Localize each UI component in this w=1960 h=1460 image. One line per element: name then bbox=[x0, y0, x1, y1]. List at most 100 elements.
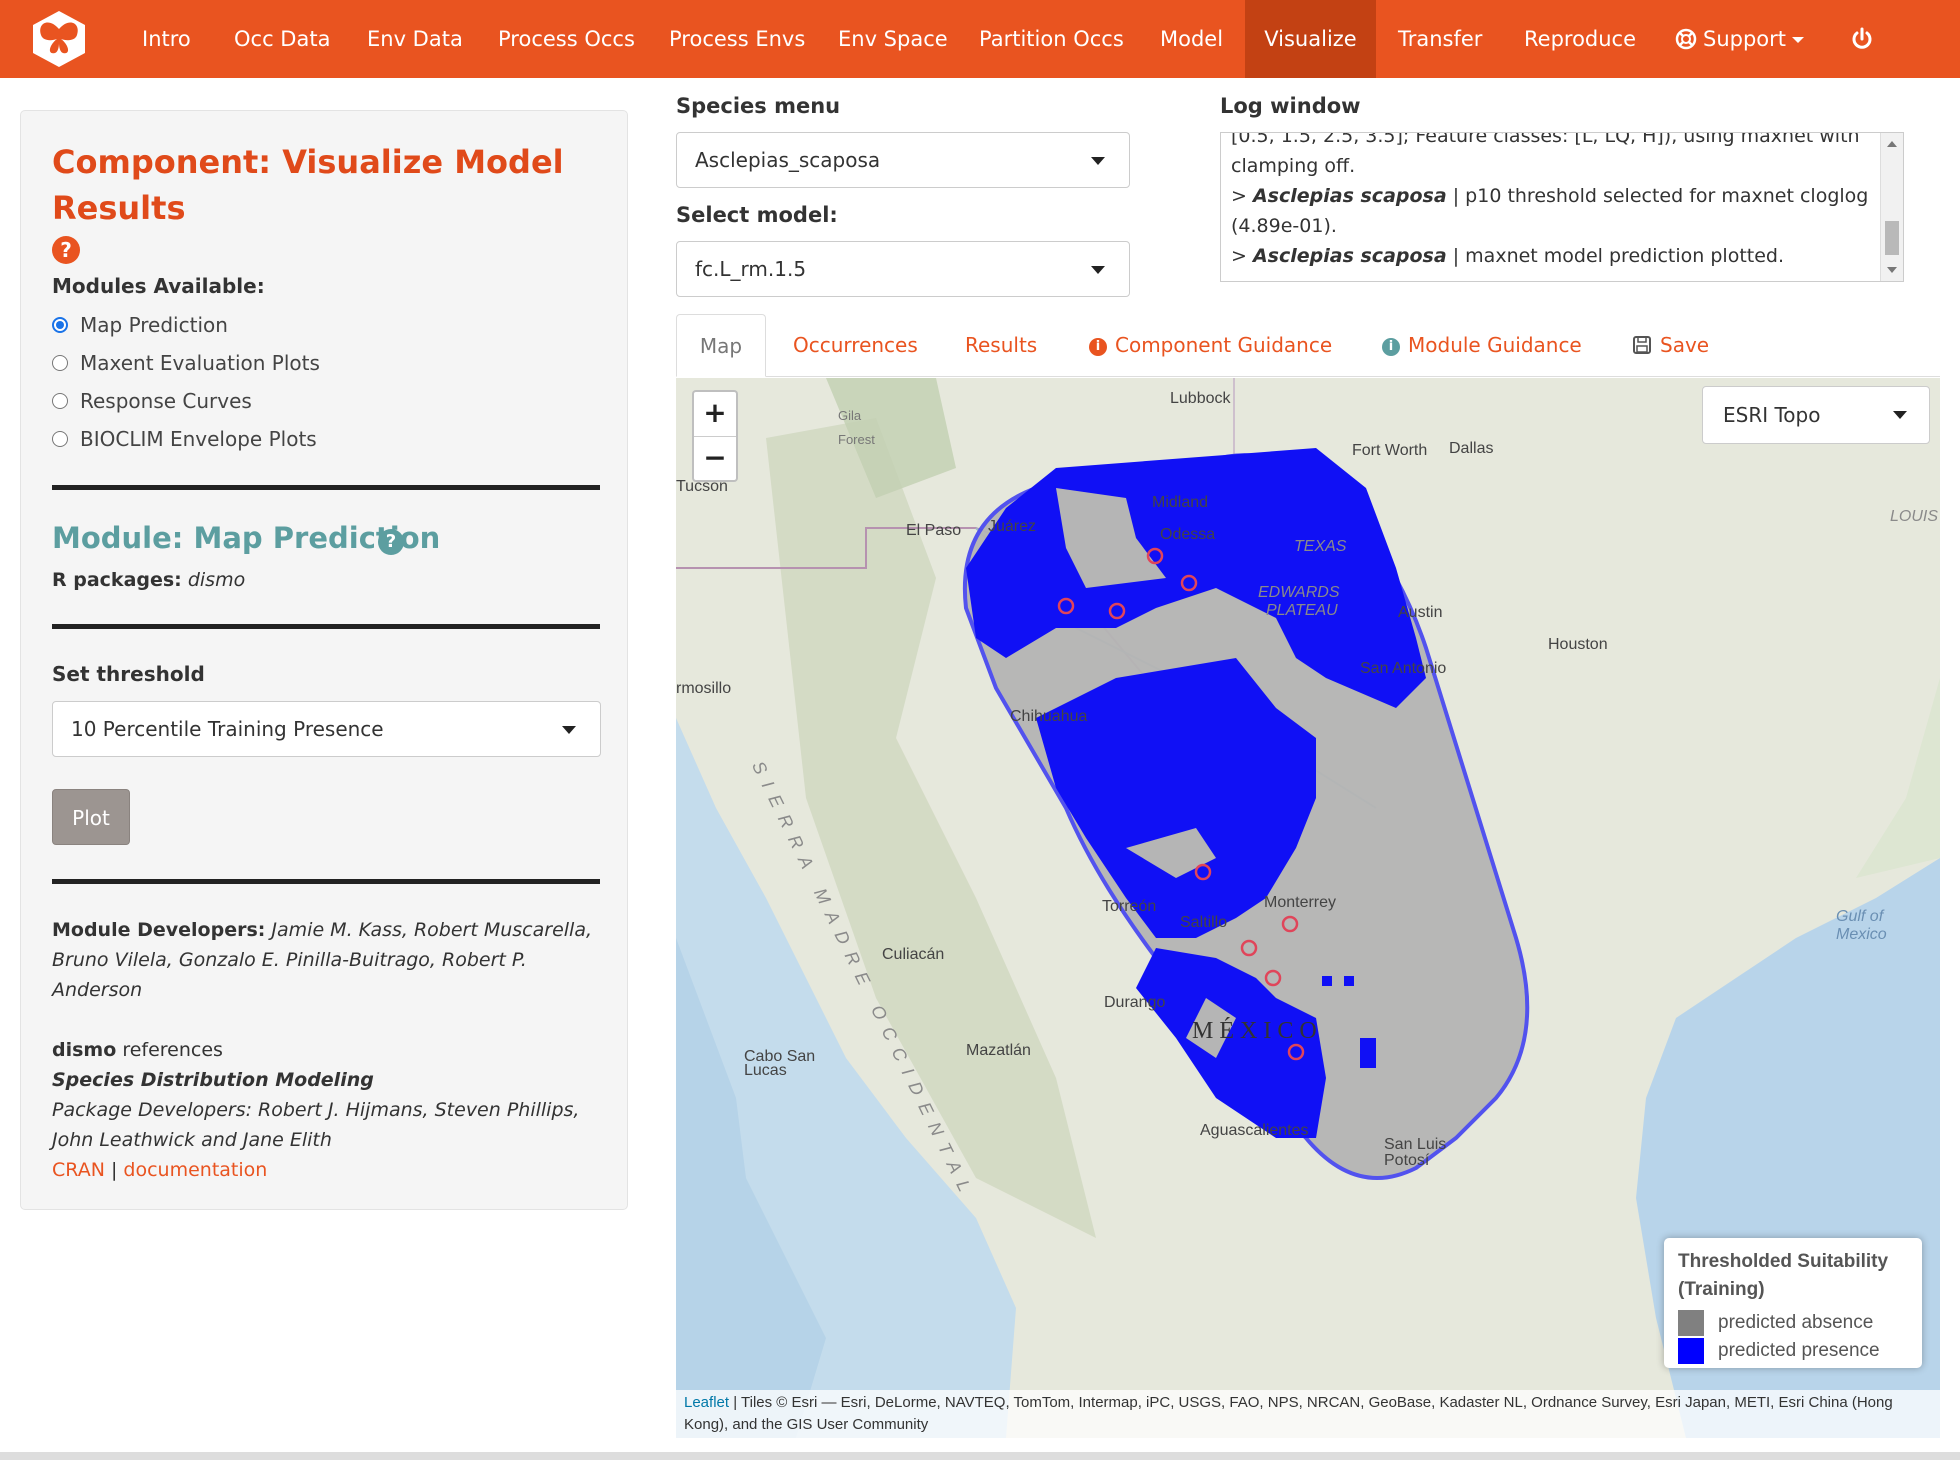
map-legend: Thresholded Suitability (Training) predi… bbox=[1664, 1238, 1922, 1368]
lifebuoy-icon bbox=[1675, 28, 1697, 50]
place-label: LOUIS bbox=[1890, 508, 1939, 525]
place-label: Juárez bbox=[988, 518, 1037, 535]
species-value: Asclepias_scaposa bbox=[695, 148, 881, 172]
modules-label: Modules Available: bbox=[52, 274, 265, 298]
species-menu-label: Species menu bbox=[676, 94, 841, 118]
help-icon[interactable]: ? bbox=[52, 236, 80, 264]
place-label: Midland bbox=[1152, 494, 1209, 511]
map-attribution: Leaflet | Tiles © Esri — Esri, DeLorme, … bbox=[676, 1390, 1940, 1438]
zoom-control: + − bbox=[692, 390, 738, 482]
nav-reproduce[interactable]: Reproduce bbox=[1524, 0, 1636, 78]
nav-intro[interactable]: Intro bbox=[142, 0, 191, 78]
select-model-label: Select model: bbox=[676, 203, 838, 227]
radio-maxent-evaluation[interactable]: Maxent Evaluation Plots bbox=[52, 348, 320, 378]
place-label: El Paso bbox=[906, 522, 962, 539]
radio-button[interactable] bbox=[52, 393, 68, 409]
divider bbox=[52, 624, 600, 629]
log-window-label: Log window bbox=[1220, 94, 1361, 118]
place-label: Aguascalientes bbox=[1200, 1122, 1309, 1139]
nav-process-occs[interactable]: Process Occs bbox=[498, 0, 635, 78]
legend-item-absence: predicted absence bbox=[1678, 1310, 1873, 1336]
ref-title: Species Distribution Modeling bbox=[52, 1069, 374, 1091]
legend-swatch bbox=[1678, 1310, 1704, 1336]
threshold-select[interactable]: 10 Percentile Training Presence bbox=[52, 701, 601, 757]
place-label: Potosí bbox=[1384, 1152, 1430, 1169]
scroll-down-icon[interactable] bbox=[1887, 267, 1897, 273]
legend-item-presence: predicted presence bbox=[1678, 1338, 1880, 1364]
nav-transfer[interactable]: Transfer bbox=[1398, 0, 1482, 78]
place-label: Lucas bbox=[744, 1062, 787, 1079]
radio-label: Response Curves bbox=[80, 389, 252, 413]
ref-package: dismo bbox=[52, 1039, 117, 1061]
scroll-thumb[interactable] bbox=[1885, 221, 1899, 255]
radio-bioclim-envelope[interactable]: BIOCLIM Envelope Plots bbox=[52, 424, 317, 454]
radio-button[interactable] bbox=[52, 431, 68, 447]
threshold-value: 10 Percentile Training Presence bbox=[71, 717, 384, 741]
power-icon[interactable] bbox=[1850, 27, 1874, 51]
place-label: Mazatlán bbox=[966, 1042, 1031, 1059]
r-packages-line: R packages: dismo bbox=[52, 565, 592, 595]
log-line: > Asclepias scaposa | maxnet model predi… bbox=[1231, 245, 1785, 267]
scroll-up-icon[interactable] bbox=[1887, 141, 1897, 147]
radio-label: Maxent Evaluation Plots bbox=[80, 351, 320, 375]
plot-button[interactable]: Plot bbox=[52, 789, 130, 845]
place-label: Houston bbox=[1548, 636, 1608, 653]
nav-env-data[interactable]: Env Data bbox=[367, 0, 463, 78]
radio-label: Map Prediction bbox=[80, 313, 228, 337]
divider bbox=[52, 879, 600, 884]
log-line: clamping off. bbox=[1231, 155, 1356, 177]
nav-partition-occs[interactable]: Partition Occs bbox=[979, 0, 1124, 78]
place-label: Culiacán bbox=[882, 946, 945, 963]
zoom-out-button[interactable]: − bbox=[694, 437, 736, 481]
radio-map-prediction[interactable]: Map Prediction bbox=[52, 310, 228, 340]
basemap-select[interactable]: ESRI Topo bbox=[1702, 386, 1930, 444]
radio-response-curves[interactable]: Response Curves bbox=[52, 386, 252, 416]
nav-support-dropdown[interactable]: Support bbox=[1675, 0, 1805, 78]
legend-title: Thresholded Suitability (Training) bbox=[1678, 1251, 1889, 1300]
info-icon: i bbox=[1089, 338, 1107, 356]
component-title: Component: Visualize Model Results bbox=[52, 143, 564, 227]
butterfly-logo-icon[interactable] bbox=[29, 9, 89, 69]
documentation-link[interactable]: documentation bbox=[123, 1159, 267, 1181]
nav-process-envs[interactable]: Process Envs bbox=[669, 0, 805, 78]
tab-occurrences[interactable]: Occurrences bbox=[793, 314, 918, 376]
leaflet-link[interactable]: Leaflet bbox=[684, 1394, 729, 1411]
log-scrollbar[interactable] bbox=[1880, 133, 1903, 281]
place-label: Dallas bbox=[1449, 440, 1494, 457]
tab-save[interactable]: Save bbox=[1632, 314, 1709, 376]
tab-module-guidance[interactable]: i Module Guidance bbox=[1382, 314, 1582, 376]
divider bbox=[52, 485, 600, 490]
module-help-icon[interactable]: ? bbox=[378, 529, 404, 555]
legend-swatch bbox=[1678, 1338, 1704, 1364]
save-icon bbox=[1633, 336, 1651, 354]
info-icon: i bbox=[1382, 338, 1400, 356]
log-line: (4.89e-01). bbox=[1231, 215, 1337, 237]
radio-label: BIOCLIM Envelope Plots bbox=[80, 427, 317, 451]
place-label: Saltillo bbox=[1180, 914, 1228, 931]
place-label: EDWARDS bbox=[1258, 584, 1340, 601]
tab-map[interactable]: Map bbox=[676, 314, 766, 377]
tab-component-guidance[interactable]: i Component Guidance bbox=[1089, 314, 1332, 376]
nav-model[interactable]: Model bbox=[1160, 0, 1223, 78]
attribution-text: | Tiles © Esri — Esri, DeLorme, NAVTEQ, … bbox=[684, 1394, 1893, 1433]
place-label: Monterrey bbox=[1264, 894, 1337, 911]
cran-link[interactable]: CRAN bbox=[52, 1159, 105, 1181]
species-select[interactable]: Asclepias_scaposa bbox=[676, 132, 1130, 188]
place-label: rmosillo bbox=[676, 680, 732, 697]
log-window[interactable]: [0.5, 1.5, 2.5, 3.5]; Feature classes: [… bbox=[1220, 132, 1904, 282]
zoom-in-button[interactable]: + bbox=[694, 392, 736, 437]
place-label: San Antonio bbox=[1360, 660, 1447, 677]
place-label: Odessa bbox=[1160, 526, 1216, 543]
leaflet-map[interactable]: Lubbock Fort Worth Dallas Midland Odessa… bbox=[676, 378, 1940, 1438]
place-label: Forest bbox=[838, 432, 875, 447]
nav-occ-data[interactable]: Occ Data bbox=[234, 0, 330, 78]
separator: | bbox=[110, 1159, 118, 1181]
radio-button[interactable] bbox=[52, 355, 68, 371]
nav-visualize[interactable]: Visualize bbox=[1245, 0, 1376, 78]
nav-env-space[interactable]: Env Space bbox=[838, 0, 948, 78]
model-select[interactable]: fc.L_rm.1.5 bbox=[676, 241, 1130, 297]
dismo-references: dismo references Species Distribution Mo… bbox=[52, 1035, 592, 1185]
dropdown-arrow-icon bbox=[562, 726, 576, 734]
radio-button-selected[interactable] bbox=[52, 317, 68, 333]
tab-results[interactable]: Results bbox=[965, 314, 1037, 376]
